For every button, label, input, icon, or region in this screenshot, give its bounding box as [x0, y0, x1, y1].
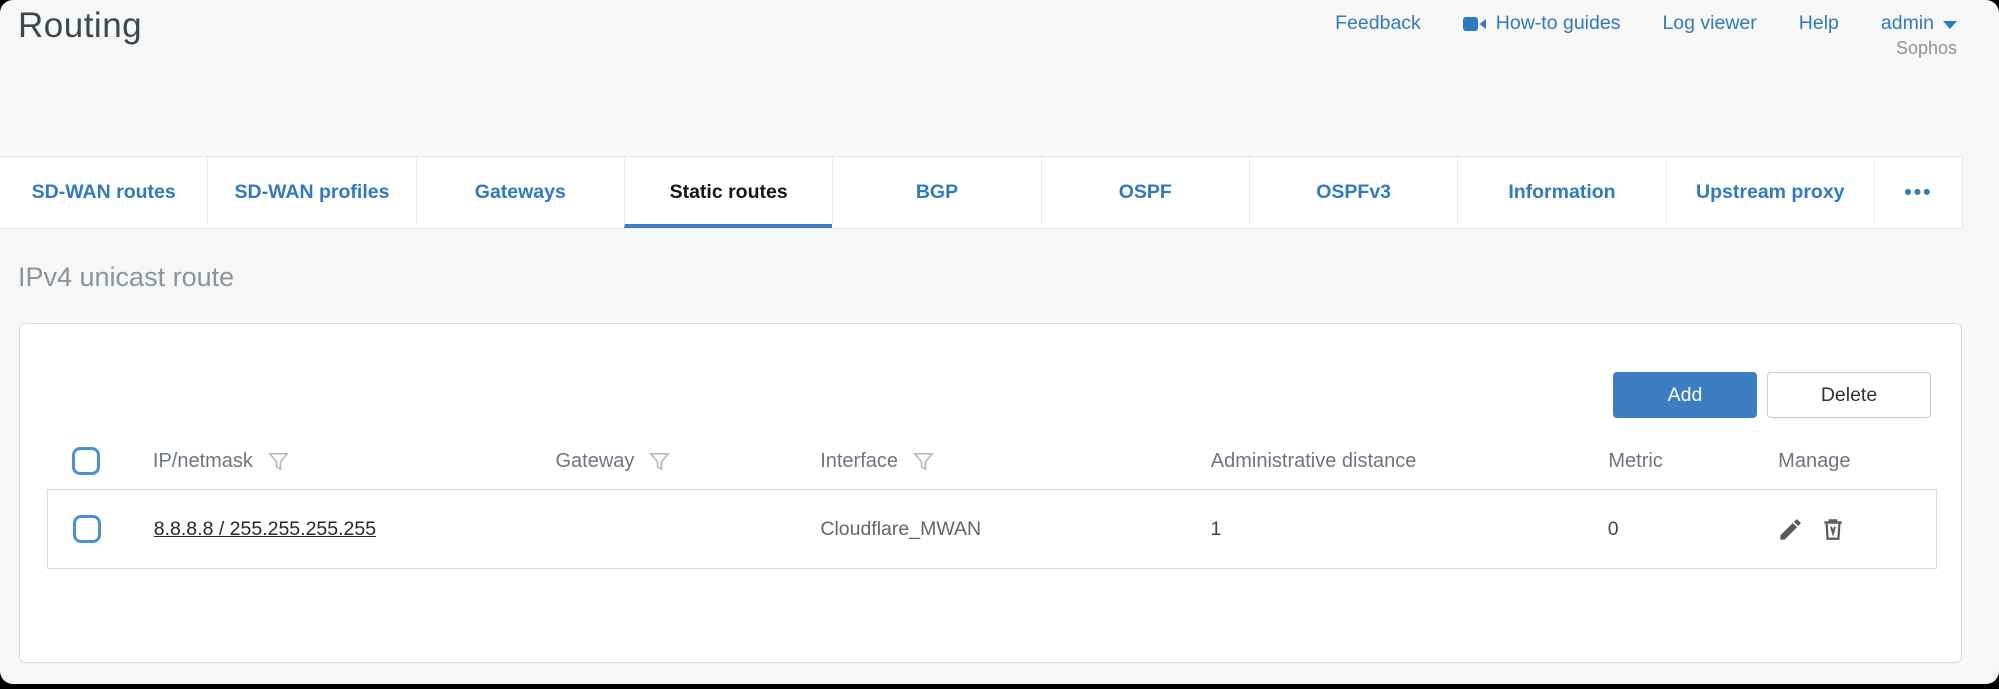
column-header-administrative-distance: Administrative distance — [1211, 450, 1417, 473]
top-nav: Feedback How-to guides Log viewer Help a… — [1335, 12, 1957, 35]
select-all-checkbox[interactable] — [72, 447, 100, 475]
user-menu[interactable]: admin — [1881, 12, 1957, 35]
table-row: 8.8.8.8 / 255.255.255.255 Cloudflare_MWA… — [47, 489, 1937, 569]
video-camera-icon — [1463, 15, 1487, 33]
funnel-icon[interactable] — [648, 450, 671, 473]
route-ip-netmask-link[interactable]: 8.8.8.8 / 255.255.255.255 — [154, 518, 376, 540]
log-viewer-link[interactable]: Log viewer — [1662, 12, 1756, 35]
funnel-icon[interactable] — [912, 450, 935, 473]
route-administrative-distance: 1 — [1211, 518, 1222, 540]
tab-upstream-proxy[interactable]: Upstream proxy — [1666, 157, 1874, 228]
tab-ospfv3[interactable]: OSPFv3 — [1249, 157, 1457, 228]
tab-information[interactable]: Information — [1457, 157, 1665, 228]
tab-sd-wan-routes[interactable]: SD-WAN routes — [0, 157, 207, 228]
funnel-icon[interactable] — [267, 450, 290, 473]
brand-label: Sophos — [1896, 38, 1957, 59]
routing-page: Routing Feedback How-to guides Log viewe… — [0, 0, 1999, 684]
tab-sd-wan-profiles[interactable]: SD-WAN profiles — [207, 157, 415, 228]
route-metric: 0 — [1608, 518, 1619, 540]
routes-card: Add Delete IP/netmask Gateway Interfac — [19, 323, 1962, 663]
column-header-metric: Metric — [1608, 450, 1662, 473]
chevron-down-icon — [1943, 21, 1957, 29]
help-link[interactable]: Help — [1799, 12, 1839, 35]
table-header-row: IP/netmask Gateway Interface Administrat… — [47, 436, 1937, 486]
toolbar: Add Delete — [1613, 372, 1931, 418]
tab-ospf[interactable]: OSPF — [1041, 157, 1249, 228]
tab-bgp[interactable]: BGP — [832, 157, 1040, 228]
user-menu-label: admin — [1881, 12, 1934, 35]
column-header-manage: Manage — [1778, 450, 1850, 473]
trash-icon[interactable] — [1820, 516, 1846, 542]
section-heading: IPv4 unicast route — [18, 262, 234, 293]
row-checkbox[interactable] — [73, 515, 101, 543]
tab-bar: SD-WAN routes SD-WAN profiles Gateways S… — [0, 156, 1963, 229]
page-title: Routing — [18, 6, 142, 46]
column-header-interface: Interface — [820, 450, 898, 473]
pencil-icon[interactable] — [1777, 516, 1804, 543]
column-header-gateway: Gateway — [555, 450, 634, 473]
feedback-link[interactable]: Feedback — [1335, 12, 1421, 35]
delete-button[interactable]: Delete — [1767, 372, 1931, 418]
tab-gateways[interactable]: Gateways — [416, 157, 624, 228]
more-tabs-button[interactable]: ••• — [1874, 157, 1962, 228]
column-header-ip-netmask: IP/netmask — [153, 450, 253, 473]
add-button[interactable]: Add — [1613, 372, 1757, 418]
howto-guides-link[interactable]: How-to guides — [1463, 12, 1621, 35]
route-interface: Cloudflare_MWAN — [820, 518, 981, 540]
tab-static-routes[interactable]: Static routes — [624, 157, 832, 228]
howto-guides-label: How-to guides — [1496, 12, 1621, 35]
